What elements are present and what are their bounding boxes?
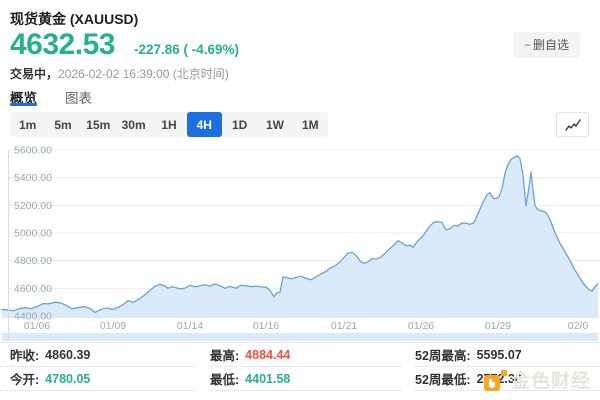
stat-value: 4401.58 [245,371,291,386]
stat-value: 4884.44 [245,347,291,362]
y-axis-label: 5000.00 [14,228,52,240]
timeframe-1h[interactable]: 1H [151,112,186,137]
stat-label: 最高: [210,349,240,363]
price-change: -227.86 ( -4.69%) [134,42,240,57]
timeframe-4h[interactable]: 4H [186,112,222,137]
timeframe-1d[interactable]: 1D [222,112,257,137]
stat-value: 4780.05 [45,371,91,386]
brand-watermark-text: 金色财经 [511,371,592,392]
x-axis-label: 01/26 [408,320,434,332]
stat-label: 昨收: [10,349,40,363]
instrument-title: 现货黄金 (XAUUSD) [10,11,139,27]
stat-label: 今开: [10,373,40,387]
stat-value: 5595.07 [476,347,522,362]
timeframe-1m[interactable]: 1M [293,112,328,137]
trading-status: 交易中， [10,67,59,81]
stat-cell: 昨收: 4860.39 [0,343,196,367]
y-axis-label: 5400.00 [14,172,52,184]
stat-cell: 最高: 4884.44 [210,343,401,367]
timeframe-30m[interactable]: 30m [116,112,151,137]
current-price: 4632.53 [10,28,115,61]
x-axis-label: 02/0 [568,320,589,332]
timeframe-5m[interactable]: 5m [45,112,80,137]
y-axis-label: 4800.00 [14,255,52,267]
stats-row: 昨收: 4860.39 最高: 4884.44 52周最高: 5595.07 [0,343,600,367]
stat-cell: 最低: 4401.58 [210,367,401,391]
price-chart[interactable]: 5600.00 5400.00 5200.00 5000.00 4800.00 4600.… [0,143,600,341]
x-axis-label: 01/06 [24,320,50,332]
timeframe-1m[interactable]: 1m [10,112,45,137]
line-chart-icon [564,118,581,131]
stat-value: 4860.39 [45,347,91,362]
y-axis-label: 4600.00 [14,283,52,295]
y-axis-label: 5600.00 [14,145,52,157]
quote-timestamp: 2026-02-02 16:39:00 (北京时间) [58,67,229,81]
jinse-logo-icon [484,369,507,391]
y-axis-label: 5200.00 [14,200,52,212]
timeframe-1w[interactable]: 1W [257,112,292,137]
stat-cell: 52周最高: 5595.07 [415,343,600,367]
x-axis-label: 01/09 [100,320,126,332]
stat-label: 52周最低: [415,373,471,387]
minus-icon: − [523,38,531,52]
x-axis-label: 01/29 [485,320,511,332]
x-axis-label: 01/21 [331,320,357,332]
timeframe-15m[interactable]: 15m [81,112,116,137]
stat-cell: 今开: 4780.05 [0,367,196,391]
area-fill [2,155,598,341]
tab-chart[interactable]: 图表 [65,87,92,107]
stat-label: 52周最高: [415,349,471,363]
remove-watchlist-button[interactable]: − 删自选 [512,32,580,58]
brand-watermark: 金色财经 [483,366,591,393]
x-axis-label: 01/14 [177,320,203,332]
active-tab-underline [10,103,37,106]
stat-label: 最低: [210,373,240,387]
remove-watchlist-label: 删自选 [532,38,569,52]
x-axis-label: 01/16 [253,320,279,332]
timeframe-toolbar: 1m 5m 15m 30m 1H 4H 1D 1W 1M [10,112,328,137]
chart-canvas: 5600.00 5400.00 5200.00 5000.00 4800.00 4600.… [0,145,600,341]
chart-type-button[interactable] [556,112,589,137]
trading-status-row: 交易中，2026-02-02 16:39:00 (北京时间) [10,65,229,82]
